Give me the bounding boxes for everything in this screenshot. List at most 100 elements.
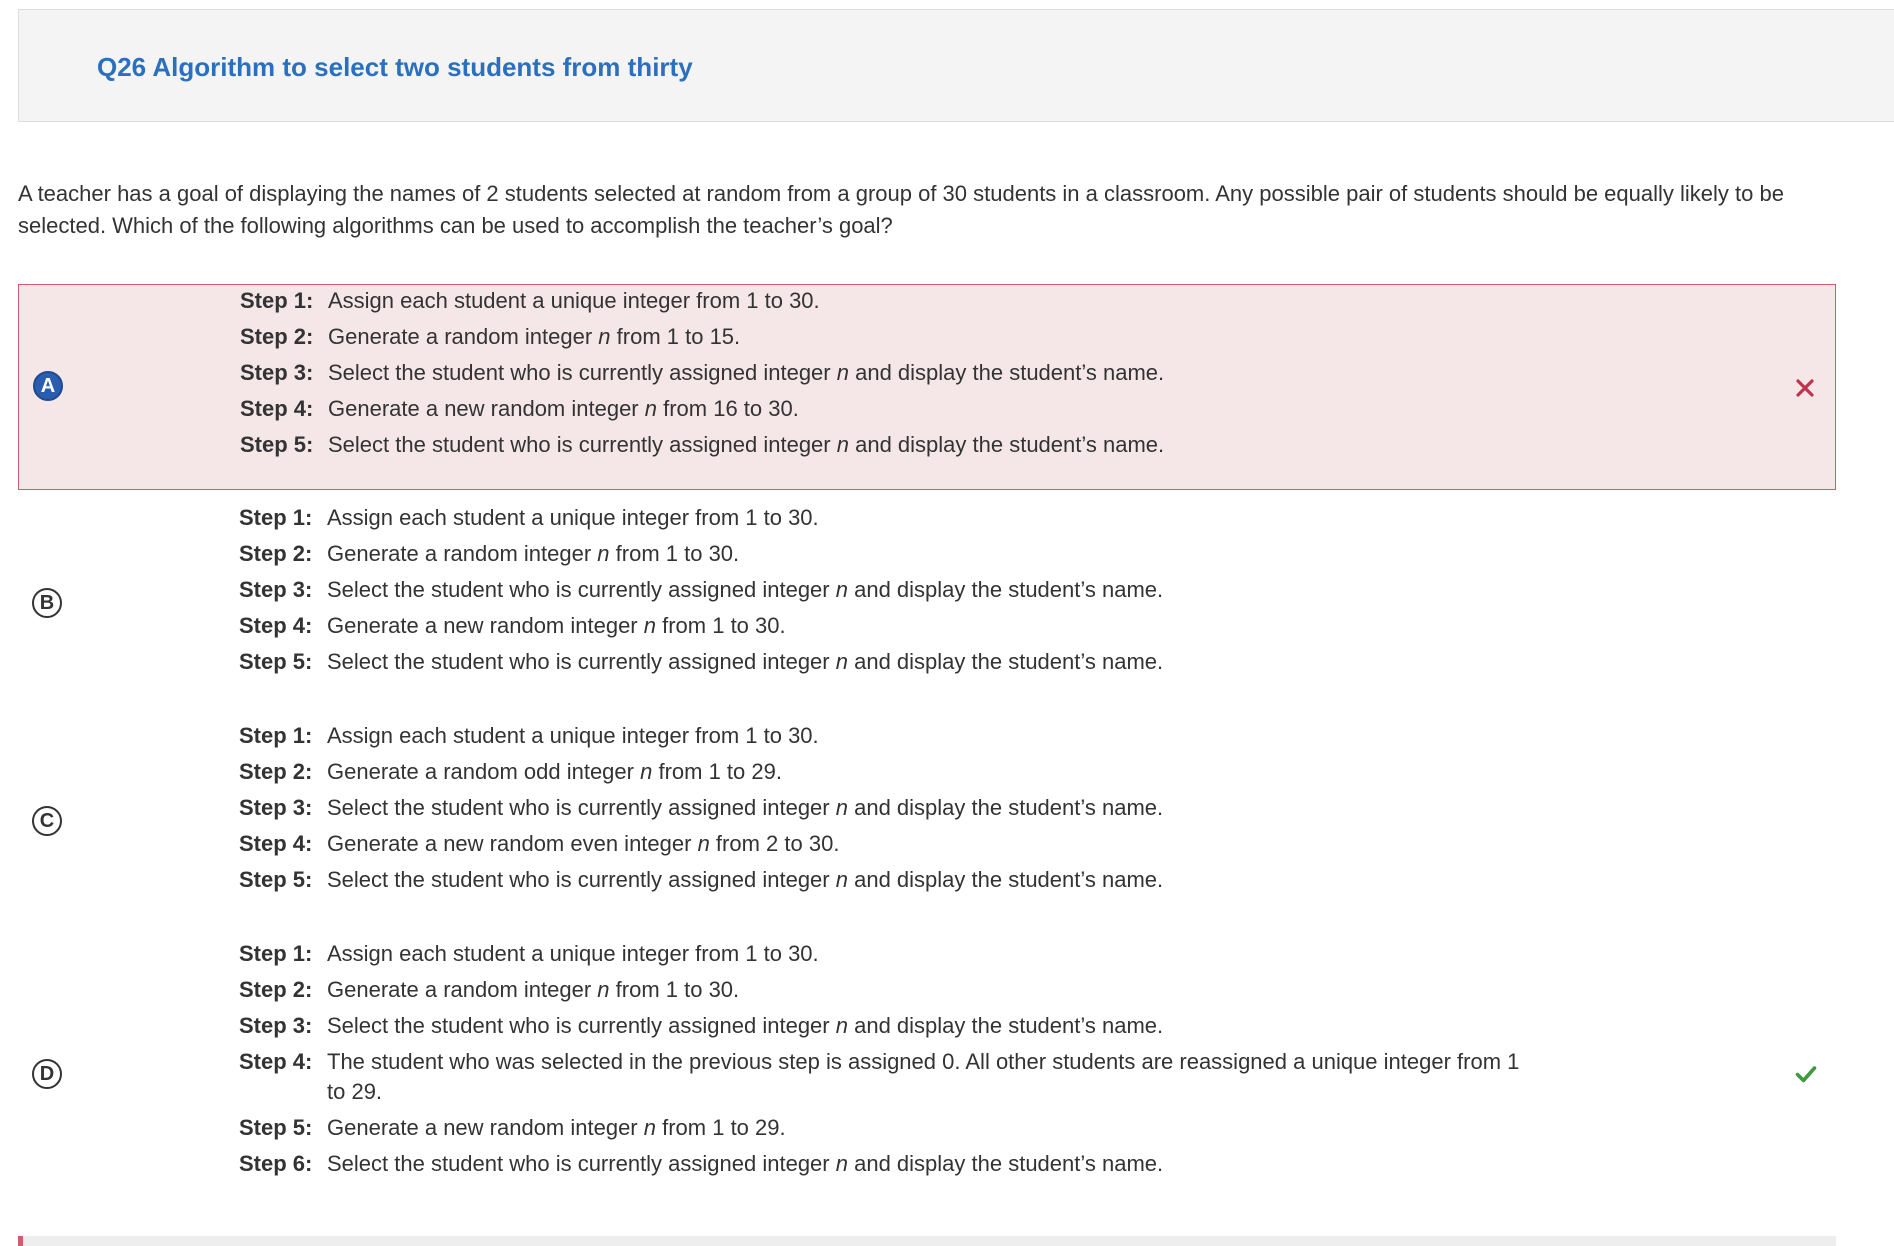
answer-option-c[interactable]: C Step 1: Assign each student a unique in…: [18, 720, 1836, 926]
option-b-steps: Step 1: Assign each student a unique inte…: [239, 503, 1527, 683]
step-text-part: and display the student’s name.: [847, 1013, 1164, 1038]
step-text-part: Select the student who is currently assi…: [327, 649, 836, 674]
question-title: Q26 Algorithm to select two students fro…: [97, 52, 693, 82]
option-b-step: Step 2: Generate a random integer n from …: [239, 539, 1527, 569]
option-a-step: Step 2: Generate a random integer n from …: [240, 322, 1528, 352]
step-text: Generate a new random even integer n fro…: [327, 829, 1527, 859]
option-b-step: Step 4: Generate a new random integer n f…: [239, 611, 1527, 641]
step-label: Step 5:: [239, 1115, 313, 1140]
step-text-part: and display the student’s name.: [847, 649, 1164, 674]
step-text-part: Assign each student a unique integer fro…: [327, 941, 819, 966]
variable-n: n: [835, 1151, 848, 1176]
step-text: Generate a new random integer n from 1 t…: [327, 611, 1527, 641]
variable-n: n: [836, 432, 849, 457]
option-a-step: Step 4: Generate a new random integer n f…: [240, 394, 1528, 424]
step-text-part: Assign each student a unique integer fro…: [327, 723, 819, 748]
variable-n: n: [835, 577, 848, 602]
option-a-steps: Step 1: Assign each student a unique inte…: [240, 286, 1528, 466]
step-text-part: from 16 to 30.: [657, 396, 799, 421]
step-text-part: Assign each student a unique integer fro…: [327, 505, 819, 530]
step-text: Select the student who is currently assi…: [327, 1011, 1527, 1041]
variable-n: n: [835, 1013, 848, 1038]
step-text: The student who was selected in the prev…: [327, 1047, 1527, 1107]
option-a-radio[interactable]: A: [33, 371, 63, 401]
option-d-step: Step 5: Generate a new random integer n f…: [239, 1113, 1527, 1143]
option-d-steps: Step 1: Assign each student a unique inte…: [239, 939, 1527, 1185]
step-text-part: and display the student’s name.: [848, 360, 1165, 385]
step-text: Assign each student a unique integer fro…: [328, 286, 1528, 316]
variable-n: n: [644, 396, 657, 421]
step-text: Select the student who is currently assi…: [327, 647, 1527, 677]
step-text: Select the student who is currently assi…: [327, 1149, 1527, 1179]
step-text-part: from 1 to 30.: [609, 977, 740, 1002]
option-a-step: Step 5: Select the student who is current…: [240, 430, 1528, 460]
step-text: Select the student who is currently assi…: [327, 865, 1527, 895]
step-text-part: Generate a random integer: [328, 324, 599, 349]
answer-option-d[interactable]: D Step 1: Assign each student a unique in…: [18, 938, 1836, 1190]
step-text: Generate a new random integer n from 16 …: [328, 394, 1528, 424]
variable-n: n: [835, 649, 848, 674]
option-d-step: Step 1: Assign each student a unique inte…: [239, 939, 1527, 969]
step-text-part: Select the student who is currently assi…: [327, 867, 836, 892]
option-a-step: Step 3: Select the student who is current…: [240, 358, 1528, 388]
step-text-part: and display the student’s name.: [847, 867, 1164, 892]
variable-n: n: [597, 541, 610, 566]
option-a-step: Step 1: Assign each student a unique inte…: [240, 286, 1528, 316]
variable-n: n: [643, 1115, 656, 1140]
step-text-part: Select the student who is currently assi…: [328, 360, 837, 385]
step-text-part: and display the student’s name.: [847, 1151, 1164, 1176]
checkmark-icon: [1795, 1066, 1817, 1083]
variable-n: n: [640, 759, 653, 784]
step-label: Step 5:: [239, 649, 313, 674]
step-label: Step 1:: [239, 941, 313, 966]
variable-n: n: [835, 867, 848, 892]
step-text: Generate a random integer n from 1 to 30…: [327, 539, 1527, 569]
step-label: Step 1:: [240, 288, 314, 313]
step-text-part: Generate a new random even integer: [327, 831, 698, 856]
step-label: Step 2:: [239, 977, 313, 1002]
variable-n: n: [597, 977, 610, 1002]
step-label: Step 3:: [239, 577, 313, 602]
answer-option-a[interactable]: A Step 1: Assign each student a unique in…: [18, 284, 1836, 490]
question-text: A teacher has a goal of displaying the n…: [18, 181, 1784, 238]
step-text-part: Generate a new random integer: [328, 396, 645, 421]
step-label: Step 4:: [239, 831, 313, 856]
step-label: Step 1:: [239, 505, 313, 530]
step-text: Generate a random integer n from 1 to 15…: [328, 322, 1528, 352]
variable-n: n: [835, 795, 848, 820]
step-text-part: from 1 to 29.: [652, 759, 782, 784]
option-d-radio[interactable]: D: [32, 1059, 62, 1089]
step-label: Step 4:: [239, 613, 313, 638]
step-text-part: from 1 to 30.: [609, 541, 740, 566]
step-text-part: and display the student’s name.: [847, 795, 1164, 820]
step-text: Assign each student a unique integer fro…: [327, 939, 1527, 969]
variable-n: n: [598, 324, 611, 349]
answer-option-b[interactable]: B Step 1: Assign each student a unique in…: [18, 502, 1836, 708]
step-text-part: from 1 to 30.: [656, 613, 786, 638]
option-c-steps: Step 1: Assign each student a unique inte…: [239, 721, 1527, 901]
option-c-radio[interactable]: C: [32, 806, 62, 836]
step-text-part: from 1 to 15.: [610, 324, 741, 349]
step-label: Step 2:: [239, 759, 313, 784]
step-text-part: Generate a random integer: [327, 541, 598, 566]
option-b-radio[interactable]: B: [32, 588, 62, 618]
step-label: Step 1:: [239, 723, 313, 748]
option-d-step: Step 6: Select the student who is current…: [239, 1149, 1527, 1179]
option-d-step: Step 2: Generate a random integer n from …: [239, 975, 1527, 1005]
option-d-step: Step 3: Select the student who is current…: [239, 1011, 1527, 1041]
step-text: Assign each student a unique integer fro…: [327, 721, 1527, 751]
question-header: Q26 Algorithm to select two students fro…: [18, 9, 1894, 122]
variable-n: n: [643, 613, 656, 638]
step-label: Step 4:: [240, 396, 314, 421]
option-b-step: Step 3: Select the student who is current…: [239, 575, 1527, 605]
step-label: Step 5:: [240, 432, 314, 457]
variable-n: n: [697, 831, 710, 856]
step-text-part: and display the student’s name.: [848, 432, 1165, 457]
x-icon: [1796, 379, 1814, 397]
step-text: Select the student who is currently assi…: [328, 358, 1528, 388]
step-text-part: Select the student who is currently assi…: [328, 432, 837, 457]
step-text-part: Select the student who is currently assi…: [327, 577, 836, 602]
option-c-step: Step 2: Generate a random odd integer n f…: [239, 757, 1527, 787]
step-text-part: Select the student who is currently assi…: [327, 1151, 836, 1176]
step-text-part: Select the student who is currently assi…: [327, 795, 836, 820]
